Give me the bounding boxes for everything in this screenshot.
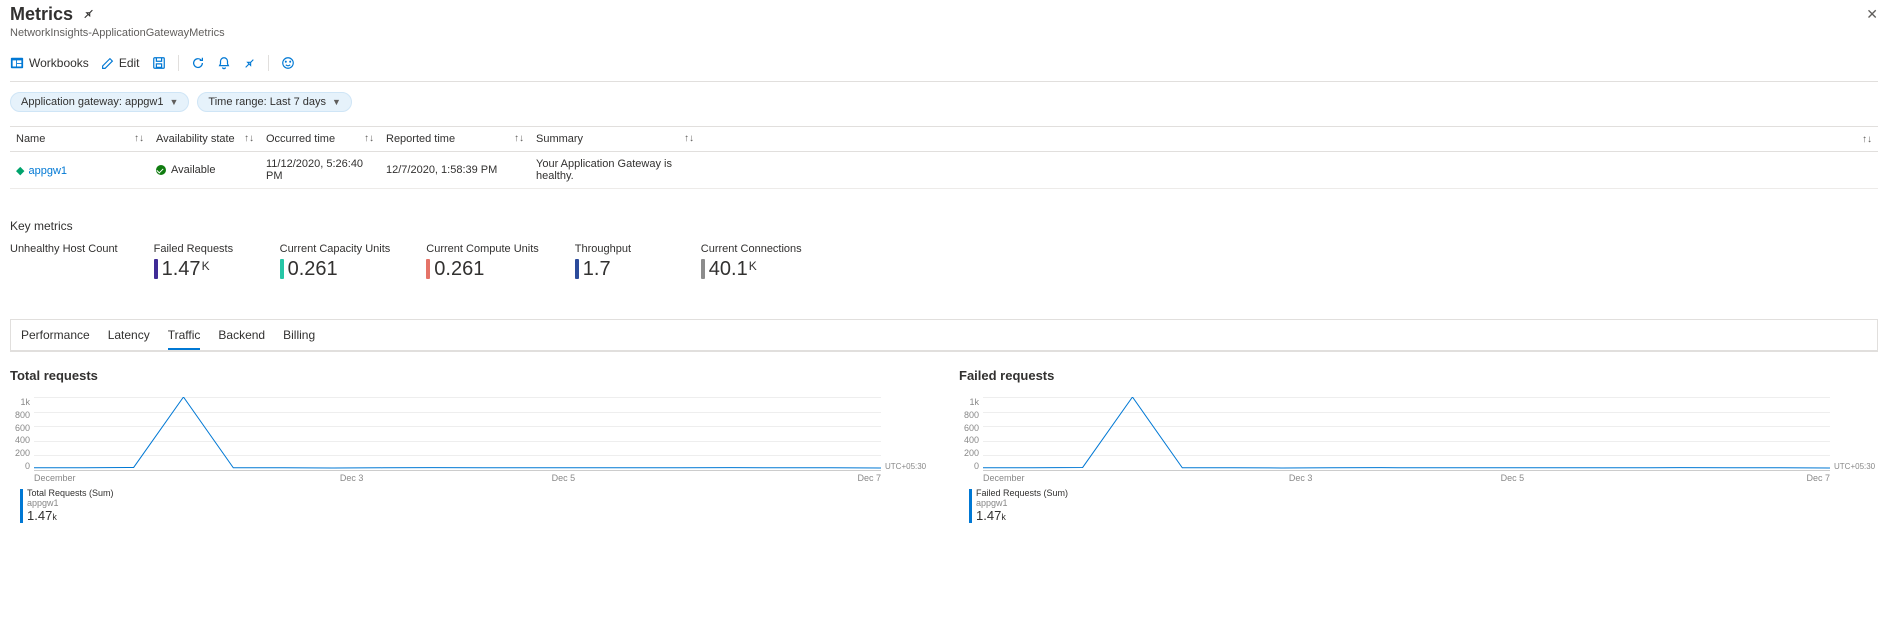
key-metrics-heading: Key metrics <box>10 219 1878 233</box>
table-header[interactable]: Occurred time↑↓ <box>260 127 380 152</box>
key-metric-card[interactable]: Throughput 1.7 <box>575 243 665 279</box>
key-metric-card[interactable]: Unhealthy Host Count <box>10 243 118 279</box>
chart-card: Failed requests 1k8006004002000 UTC+05:30D… <box>959 362 1878 523</box>
filter-bar: Application gateway: appgw1 ▼ Time range… <box>10 82 1878 122</box>
key-metric-suffix: K <box>202 259 210 279</box>
save-icon[interactable] <box>152 56 166 70</box>
key-metric-bar <box>575 259 579 279</box>
filter-timerange-label: Time range: Last 7 days <box>208 96 326 108</box>
chart-timezone: UTC+05:30 <box>1830 397 1878 471</box>
table-header[interactable]: Name↑↓ <box>10 127 150 152</box>
filter-gateway-label: Application gateway: appgw1 <box>21 96 163 108</box>
legend-suffix: k <box>1001 512 1006 522</box>
tab-backend[interactable]: Backend <box>218 328 265 350</box>
tab-latency[interactable]: Latency <box>108 328 150 350</box>
chevron-down-icon: ▼ <box>332 97 341 107</box>
table-header[interactable]: Availability state↑↓ <box>150 127 260 152</box>
key-metric-bar <box>426 259 430 279</box>
toolbar: Workbooks Edit <box>10 47 1878 82</box>
chart-legend: Failed Requests (Sum)appgw11.47k <box>969 489 1878 523</box>
status-icon <box>156 165 166 175</box>
key-metric-label: Current Compute Units <box>426 243 539 255</box>
filter-timerange[interactable]: Time range: Last 7 days ▼ <box>197 92 352 112</box>
key-metric-value: 1.7 <box>583 259 611 279</box>
legend-value: 1.47 <box>27 508 52 523</box>
reported-time: 12/7/2020, 1:58:39 PM <box>380 152 530 189</box>
workbooks-icon <box>10 56 24 70</box>
pin-dashboard-icon[interactable] <box>243 57 256 70</box>
table-header[interactable]: ↑↓ <box>700 127 1878 152</box>
key-metric-label: Throughput <box>575 243 665 255</box>
key-metric-card[interactable]: Current Compute Units 0.261 <box>426 243 539 279</box>
chart-timezone: UTC+05:30 <box>881 397 929 471</box>
key-metric-label: Current Connections <box>701 243 802 255</box>
tab-performance[interactable]: Performance <box>21 328 90 350</box>
workbooks-label: Workbooks <box>29 56 89 70</box>
key-metric-label: Unhealthy Host Count <box>10 243 118 255</box>
table-row: ◆ appgw1 Available 11/12/2020, 5:26:40 PM12… <box>10 152 1878 189</box>
edit-label: Edit <box>119 56 140 70</box>
key-metric-label: Failed Requests <box>154 243 244 255</box>
chart-card: Total requests 1k8006004002000 UTC+05:30De… <box>10 362 929 523</box>
resource-icon: ◆ <box>16 164 24 177</box>
key-metric-value: 0.261 <box>288 259 338 279</box>
key-metric-card[interactable]: Failed Requests 1.47K <box>154 243 244 279</box>
occurred-time: 11/12/2020, 5:26:40 PM <box>260 152 380 189</box>
chart-legend: Total Requests (Sum)appgw11.47k <box>20 489 929 523</box>
filter-gateway[interactable]: Application gateway: appgw1 ▼ <box>10 92 189 112</box>
key-metric-label: Current Capacity Units <box>280 243 391 255</box>
key-metric-bar <box>701 259 705 279</box>
workbooks-button[interactable]: Workbooks <box>10 56 89 70</box>
table-header[interactable]: Summary↑↓ <box>530 127 700 152</box>
help-icon[interactable] <box>281 56 295 70</box>
key-metric-card[interactable]: Current Capacity Units 0.261 <box>280 243 391 279</box>
page-title: Metrics <box>10 4 73 25</box>
page-subtitle: NetworkInsights-ApplicationGatewayMetric… <box>10 27 1878 39</box>
key-metric-value: 40.1 <box>709 259 748 279</box>
refresh-icon[interactable] <box>191 56 205 70</box>
chart-title: Failed requests <box>959 368 1878 383</box>
chart-plot[interactable] <box>983 397 1830 471</box>
alert-icon[interactable] <box>217 56 231 70</box>
chart-plot[interactable] <box>34 397 881 471</box>
key-metric-bar <box>154 259 158 279</box>
resource-link[interactable]: appgw1 <box>28 165 67 177</box>
table-header[interactable]: Reported time↑↓ <box>380 127 530 152</box>
chart-yaxis: 1k8006004002000 <box>959 397 983 471</box>
edit-icon <box>101 57 114 70</box>
chevron-down-icon: ▼ <box>169 97 178 107</box>
resource-table: Name↑↓Availability state↑↓Occurred time↑… <box>10 126 1878 189</box>
close-icon[interactable]: ✕ <box>1866 6 1878 23</box>
edit-button[interactable]: Edit <box>101 56 140 70</box>
key-metric-value: 1.47 <box>162 259 201 279</box>
key-metric-card[interactable]: Current Connections 40.1K <box>701 243 802 279</box>
toolbar-divider-2 <box>268 55 269 71</box>
tab-traffic[interactable]: Traffic <box>168 328 201 350</box>
chart-xaxis: DecemberDec 3Dec 5Dec 7 <box>34 471 881 483</box>
key-metric-suffix: K <box>749 259 757 279</box>
summary-text: Your Application Gateway is healthy. <box>530 152 700 189</box>
legend-value: 1.47 <box>976 508 1001 523</box>
tabs: Performance Latency Traffic Backend Billing <box>11 320 1877 351</box>
pin-icon[interactable] <box>77 4 98 25</box>
charts-row: Total requests1k8006004002000UTC+05:30De… <box>10 362 1878 523</box>
chart-xaxis: DecemberDec 3Dec 5Dec 7 <box>983 471 1830 483</box>
status-text: Available <box>171 164 215 176</box>
chart-yaxis: 1k8006004002000 <box>10 397 34 471</box>
key-metric-bar <box>280 259 284 279</box>
key-metric-value: 0.261 <box>434 259 484 279</box>
key-metrics-row: Unhealthy Host CountFailed Requests1.47K… <box>10 243 1878 279</box>
toolbar-divider <box>178 55 179 71</box>
legend-suffix: k <box>52 512 57 522</box>
chart-title: Total requests <box>10 368 929 383</box>
tab-billing[interactable]: Billing <box>283 328 315 350</box>
